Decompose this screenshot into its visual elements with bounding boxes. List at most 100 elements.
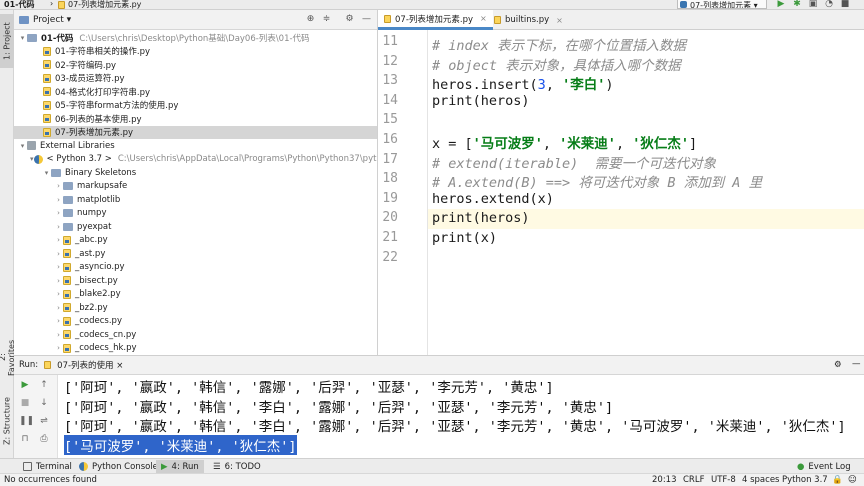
- indent-setting[interactable]: 4 spaces: [742, 474, 779, 486]
- line-number: 19: [382, 190, 398, 206]
- debug-icon[interactable]: ✱: [792, 0, 802, 9]
- chevron-right-icon[interactable]: ›: [54, 236, 63, 244]
- event-log-button[interactable]: ● Event Log: [792, 460, 856, 473]
- chevron-right-icon[interactable]: ›: [54, 290, 63, 298]
- locate-icon[interactable]: ⊕: [305, 14, 316, 25]
- code-line: # A.extend(B) ==> 将可迭代对象 B 添加到 A 里: [432, 175, 763, 192]
- tab-favorites[interactable]: 2: Favorites: [0, 335, 16, 380]
- chevron-right-icon[interactable]: ›: [54, 317, 63, 325]
- code-line: # index 表示下标，在哪个位置插入数据: [432, 38, 687, 54]
- tree-module[interactable]: › _bz2.py: [14, 301, 377, 315]
- tree-module[interactable]: › _bisect.py: [14, 274, 377, 288]
- caret-position[interactable]: 20:13: [652, 474, 677, 486]
- chevron-right-icon[interactable]: ›: [54, 223, 63, 231]
- gear-icon[interactable]: ⚙: [344, 14, 355, 25]
- interpreter[interactable]: Python 3.7: [782, 474, 828, 486]
- output-line: ['阿珂', '嬴政', '韩信', '李白', '露娜', '后羿', '亚瑟…: [64, 399, 614, 416]
- tab-07-list-append[interactable]: 07-列表增加元素.py ×: [378, 10, 493, 30]
- breadcrumb-file[interactable]: 07-列表增加元素.py: [58, 0, 141, 9]
- tree-module[interactable]: › _abc.py: [14, 234, 377, 248]
- coverage-icon[interactable]: ▣: [808, 0, 818, 9]
- run-config-select[interactable]: 07-列表增加元素 ▾: [677, 0, 767, 9]
- close-icon[interactable]: ×: [480, 14, 487, 23]
- close-icon[interactable]: ×: [556, 16, 563, 25]
- tree-file[interactable]: 06-列表的基本使用.py: [14, 112, 377, 126]
- pin-icon[interactable]: ⊓: [19, 433, 31, 445]
- chevron-right-icon[interactable]: ›: [54, 331, 63, 339]
- tree-module[interactable]: › _codecs_hk.py: [14, 342, 377, 356]
- tree-module[interactable]: › _codecs.py: [14, 315, 377, 329]
- tree-item-label: < Python 3.7 >: [46, 154, 112, 165]
- gear-icon[interactable]: ⚙: [834, 360, 842, 370]
- tree-module[interactable]: › _asyncio.py: [14, 261, 377, 275]
- chevron-right-icon[interactable]: ›: [54, 182, 63, 190]
- scroll-up-icon[interactable]: ↑: [38, 379, 50, 391]
- tree-file[interactable]: 02-字符编码.py: [14, 58, 377, 72]
- editor-tabs: 07-列表增加元素.py × builtins.py ×: [378, 10, 864, 30]
- run-icon: ▶: [161, 461, 168, 472]
- hide-icon[interactable]: —: [361, 14, 372, 25]
- close-icon[interactable]: ×: [116, 361, 123, 371]
- tree-file[interactable]: 05-字符串format方法的使用.py: [14, 99, 377, 113]
- tab-structure[interactable]: Z: Structure: [0, 395, 14, 447]
- tree-python-sdk[interactable]: ▾ < Python 3.7 > C:\Users\chris\AppData\Lo…: [14, 153, 377, 167]
- chevron-right-icon[interactable]: ›: [54, 196, 63, 204]
- scroll-down-icon[interactable]: ↓: [38, 397, 50, 409]
- python-console-button[interactable]: Python Console: [74, 460, 163, 473]
- tab-builtins[interactable]: builtins.py ×: [488, 10, 569, 30]
- stop-icon[interactable]: ■: [19, 397, 31, 409]
- soft-wrap-icon[interactable]: ⇌: [38, 415, 50, 427]
- file-encoding[interactable]: UTF-8: [711, 474, 736, 486]
- tree-item-label: _asyncio.py: [75, 262, 125, 273]
- print-icon[interactable]: ⎙: [38, 433, 50, 445]
- chevron-right-icon[interactable]: ›: [54, 209, 63, 217]
- tab-project[interactable]: 1: Project: [0, 14, 14, 68]
- chevron-down-icon[interactable]: ▾: [42, 169, 51, 177]
- todo-button[interactable]: ☰ 6: TODO: [208, 460, 266, 473]
- line-separator[interactable]: CRLF: [683, 474, 704, 486]
- profile-icon[interactable]: ◔: [824, 0, 834, 9]
- tree-folder[interactable]: › numpy: [14, 207, 377, 221]
- python-file-icon: [63, 262, 71, 272]
- chevron-right-icon[interactable]: ›: [54, 344, 63, 352]
- run-tab[interactable]: 07-列表的使用 ×: [57, 359, 123, 371]
- stop-icon[interactable]: ■: [840, 0, 850, 9]
- tree-module[interactable]: › _codecs_cn.py: [14, 328, 377, 342]
- tree-item-label: _codecs_hk.py: [75, 343, 137, 354]
- chevron-right-icon[interactable]: ›: [54, 304, 63, 312]
- run-icon[interactable]: ▶: [776, 0, 786, 9]
- tree-file[interactable]: 04-格式化打印字符串.py: [14, 85, 377, 99]
- tree-module[interactable]: › _blake2.py: [14, 288, 377, 302]
- output-line: ['阿珂', '嬴政', '韩信', '露娜', '后羿', '亚瑟', '李元…: [64, 380, 554, 396]
- tree-item-label: _bisect.py: [75, 275, 118, 286]
- tree-external-libraries[interactable]: ▾ External Libraries: [14, 139, 377, 153]
- tree-file[interactable]: 03-成员运算符.py: [14, 72, 377, 86]
- terminal-button[interactable]: Terminal: [18, 460, 77, 473]
- tree-file[interactable]: 01-字符串相关的操作.py: [14, 45, 377, 59]
- tree-item-label: _codecs_cn.py: [75, 329, 137, 340]
- tree-folder[interactable]: › matplotlib: [14, 193, 377, 207]
- hide-icon[interactable]: —: [852, 359, 861, 369]
- code-line: print(heros): [432, 92, 530, 109]
- chevron-down-icon[interactable]: ▾: [18, 142, 27, 150]
- chevron-right-icon[interactable]: ›: [54, 250, 63, 258]
- tree-folder[interactable]: › markupsafe: [14, 180, 377, 194]
- tree-module[interactable]: › _ast.py: [14, 247, 377, 261]
- tree-binary-skeletons[interactable]: ▾ Binary Skeletons: [14, 166, 377, 180]
- lock-icon[interactable]: 🔒: [832, 474, 843, 486]
- tree-folder[interactable]: › pyexpat: [14, 220, 377, 234]
- inspector-icon[interactable]: ☺: [848, 474, 857, 486]
- breadcrumb-sep: ›: [50, 0, 54, 8]
- chevron-right-icon[interactable]: ›: [54, 277, 63, 285]
- collapse-icon[interactable]: ≑: [321, 14, 332, 25]
- chevron-down-icon[interactable]: ▾: [30, 155, 34, 163]
- tree-file[interactable]: 07-列表增加元素.py: [14, 125, 377, 139]
- project-view-select[interactable]: Project ▾: [33, 15, 71, 25]
- pause-icon[interactable]: ❚❚: [19, 415, 34, 427]
- run-tool-button[interactable]: ▶ 4: Run: [156, 460, 204, 473]
- rerun-icon[interactable]: ▶: [19, 379, 31, 391]
- tree-root-folder[interactable]: ▾ 01-代码 C:\Users\chris\Desktop\Python基础\Da…: [14, 31, 377, 45]
- breadcrumb-project[interactable]: 01-代码: [4, 0, 34, 9]
- chevron-right-icon[interactable]: ›: [54, 263, 63, 271]
- chevron-down-icon[interactable]: ▾: [18, 34, 27, 42]
